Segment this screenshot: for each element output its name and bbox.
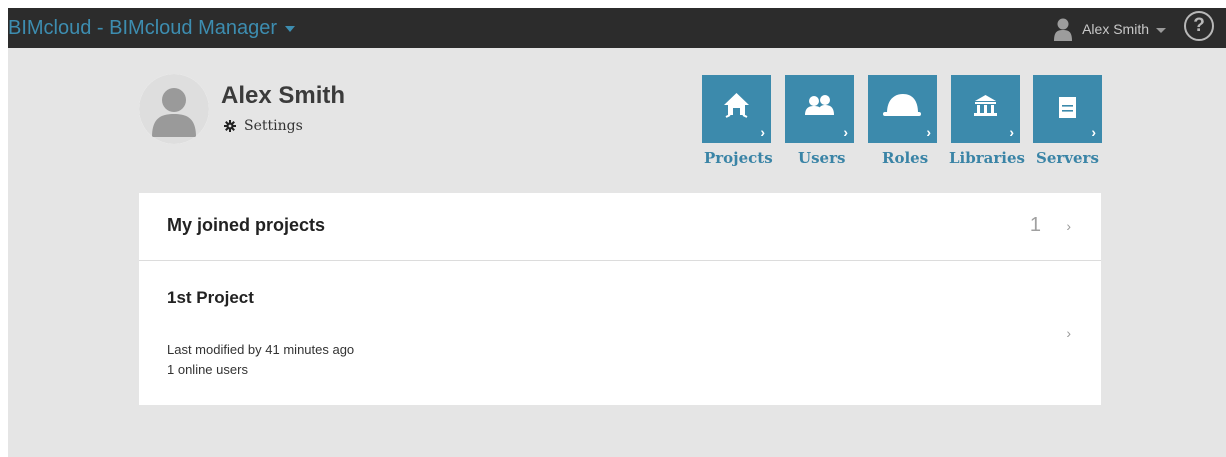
avatar — [139, 74, 209, 144]
chevron-right-icon: › — [843, 124, 848, 140]
projects-link[interactable]: Projects — [704, 149, 773, 167]
users-tile[interactable]: › — [785, 75, 854, 143]
servers-tile[interactable]: › — [1033, 75, 1102, 143]
chevron-right-icon: › — [1066, 218, 1071, 234]
joined-projects-count: 1 — [1029, 214, 1041, 236]
chevron-right-icon: › — [1091, 124, 1096, 140]
project-last-modified: Last modified by 41 minutes ago — [167, 342, 355, 357]
user-silhouette-icon — [1054, 18, 1073, 41]
settings-link[interactable]: Settings — [224, 116, 303, 136]
caret-down-icon — [285, 26, 296, 32]
projects-panel: My joined projects 1 › 1st Project Last … — [139, 193, 1101, 405]
libraries-tile[interactable]: › — [951, 75, 1020, 143]
app-frame: BIMcloud - BIMcloud Manager Alex Smith ?… — [8, 8, 1226, 457]
project-name: 1st Project — [167, 288, 254, 307]
project-row[interactable]: 1st Project Last modified by 41 minutes … — [139, 261, 1101, 405]
project-online-users: 1 online users — [167, 362, 248, 377]
app-title: BIMcloud - BIMcloud Manager — [8, 16, 278, 39]
chevron-right-icon: › — [926, 124, 931, 140]
chevron-right-icon: › — [760, 124, 765, 140]
caret-down-icon — [1156, 27, 1166, 33]
roles-link[interactable]: Roles — [882, 149, 928, 167]
user-menu[interactable]: Alex Smith — [1054, 16, 1166, 42]
joined-projects-header[interactable]: My joined projects 1 › — [139, 193, 1101, 261]
app-title-menu[interactable]: BIMcloud - BIMcloud Manager — [8, 13, 296, 43]
servers-link[interactable]: Servers — [1036, 149, 1099, 167]
help-icon[interactable]: ? — [1184, 11, 1214, 41]
settings-label: Settings — [244, 118, 303, 134]
avatar-silhouette-icon — [139, 74, 209, 144]
profile-name: Alex Smith — [221, 82, 346, 109]
chevron-right-icon: › — [1009, 124, 1014, 140]
gear-icon — [224, 120, 236, 132]
user-name: Alex Smith — [1082, 21, 1149, 37]
joined-projects-title: My joined projects — [167, 215, 326, 235]
users-link[interactable]: Users — [798, 149, 845, 167]
projects-tile[interactable]: › — [702, 75, 771, 143]
roles-tile[interactable]: › — [868, 75, 937, 143]
libraries-link[interactable]: Libraries — [949, 149, 1025, 167]
top-bar: BIMcloud - BIMcloud Manager Alex Smith ? — [8, 8, 1226, 48]
chevron-right-icon: › — [1066, 325, 1071, 341]
